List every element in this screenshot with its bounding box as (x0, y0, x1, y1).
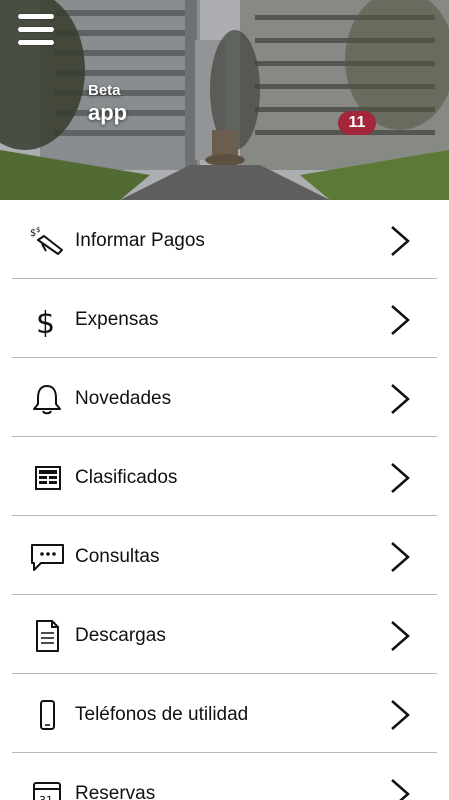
calendar-icon: 31 (28, 777, 66, 800)
brand-bottom-text: app (88, 100, 128, 125)
street-photo (0, 0, 449, 200)
chevron-right-icon (391, 542, 410, 572)
expensas-count-badge: 11 (338, 111, 376, 135)
bell-icon (28, 382, 66, 416)
chat-bubble-icon (28, 540, 66, 574)
chevron-right-icon (391, 621, 410, 651)
svg-text:$: $ (36, 226, 40, 234)
chevron-right-icon (391, 463, 410, 493)
menu-item-label: Reservas (75, 783, 156, 800)
chevron-right-icon (391, 305, 410, 335)
header-banner: Beta app (0, 0, 449, 200)
menu-item-informar-pagos[interactable]: $ $ Informar Pagos (0, 200, 449, 279)
menu-item-label: Descargas (75, 625, 166, 646)
chevron-right-icon (391, 226, 410, 256)
newspaper-icon (28, 461, 66, 495)
menu-item-telefonos[interactable]: Teléfonos de utilidad (0, 674, 449, 753)
brand-top-text: Beta (88, 82, 121, 99)
menu-item-label: Expensas (75, 309, 159, 330)
app-brand: Beta app (88, 82, 127, 126)
chevron-right-icon (391, 779, 410, 800)
menu-item-descargas[interactable]: Descargas (0, 595, 449, 674)
megaphone-payment-icon: $ $ (28, 224, 66, 258)
menu-item-label: Teléfonos de utilidad (75, 704, 249, 725)
main-menu-list: $ $ Informar Pagos $ Expensas Novedades … (0, 200, 449, 800)
svg-text:$: $ (36, 306, 55, 337)
menu-item-label: Clasificados (75, 467, 178, 488)
chevron-right-icon (391, 700, 410, 730)
dollar-icon: $ (28, 303, 66, 337)
hamburger-menu-icon[interactable] (18, 14, 54, 46)
menu-item-novedades[interactable]: Novedades (0, 358, 449, 437)
menu-item-reservas[interactable]: 31 Reservas (0, 753, 449, 800)
document-icon (28, 619, 66, 653)
menu-item-label: Consultas (75, 546, 160, 567)
calendar-day: 31 (39, 794, 53, 800)
menu-item-label: Novedades (75, 388, 172, 409)
chevron-right-icon (391, 384, 410, 414)
phone-icon (28, 698, 66, 732)
menu-item-clasificados[interactable]: Clasificados (0, 437, 449, 516)
menu-item-expensas[interactable]: $ Expensas (0, 279, 449, 358)
menu-item-consultas[interactable]: Consultas (0, 516, 449, 595)
menu-item-label: Informar Pagos (75, 230, 205, 251)
